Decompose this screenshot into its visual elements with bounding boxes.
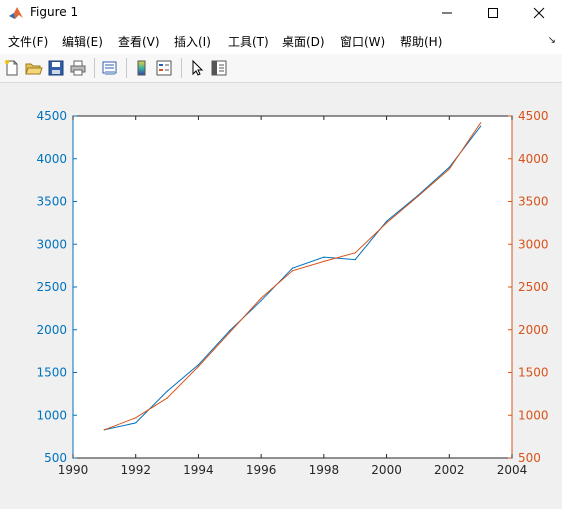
minimize-button[interactable] [424, 0, 470, 26]
left-y-tick-label: 2500 [36, 280, 67, 294]
title-bar: Figure 1 [0, 0, 562, 26]
right-series-point [385, 222, 388, 224]
left-series-point [323, 256, 325, 258]
left-y-tick-label: 3500 [36, 195, 67, 209]
right-series-point [166, 397, 168, 399]
toolbar-separator [94, 58, 95, 78]
close-button[interactable] [516, 0, 562, 26]
maximize-button[interactable] [470, 0, 516, 26]
dock-arrow-icon[interactable]: ↘ [548, 35, 556, 46]
x-tick-label: 2002 [434, 463, 465, 477]
right-y-tick-label: 1500 [518, 366, 549, 380]
menu-insert[interactable]: 插入(I) [174, 33, 211, 50]
toolbar-separator [126, 58, 127, 78]
left-y-tick-label: 1500 [36, 366, 67, 380]
matlab-logo-icon [9, 7, 23, 19]
left-series-point [197, 364, 200, 366]
new-file-icon[interactable] [3, 59, 21, 77]
x-tick-label: 1994 [183, 463, 214, 477]
right-y-tick-label: 3000 [518, 237, 549, 251]
open-folder-icon[interactable] [25, 59, 43, 77]
left-series-point [229, 330, 231, 332]
menu-window[interactable]: 窗口(W) [340, 33, 385, 50]
minimize-icon [442, 12, 452, 14]
close-icon [533, 7, 545, 19]
maximize-icon [488, 8, 498, 18]
right-series-point [417, 195, 419, 197]
left-series-point [166, 390, 168, 392]
right-y-tick-label: 2000 [518, 323, 549, 337]
right-series-point [103, 429, 105, 431]
menu-view[interactable]: 查看(V) [118, 33, 160, 50]
axes-box [72, 115, 513, 459]
right-series-point [480, 122, 482, 124]
menu-edit[interactable]: 编辑(E) [62, 33, 103, 50]
left-series-point [291, 267, 294, 269]
right-y-tick-label: 1000 [518, 408, 549, 422]
left-y-tick-label: 1000 [36, 408, 67, 422]
x-tick-label: 2000 [371, 463, 402, 477]
menu-bar: 文件(F) 编辑(E) 查看(V) 插入(I) 工具(T) 桌面(D) 窗口(W… [0, 26, 562, 54]
x-tick-label: 1992 [120, 463, 151, 477]
figure-canvas: 500 1000 1500 2000 2500 3000 3500 4000 4500 500 1… [0, 83, 562, 505]
x-tick-label: 1996 [246, 463, 277, 477]
left-series-point [480, 125, 482, 127]
pointer-icon[interactable] [188, 59, 206, 77]
right-y-tick-label: 2500 [518, 280, 549, 294]
right-y-tick-label: 4500 [518, 109, 549, 123]
right-series-point [260, 297, 262, 299]
right-series-point [354, 252, 356, 254]
left-series-point [354, 259, 356, 261]
colorbar-icon[interactable] [133, 59, 151, 77]
right-series-point [291, 270, 294, 272]
right-series-point [135, 417, 137, 419]
x-tick-label: 2004 [497, 463, 528, 477]
left-series-point [385, 220, 388, 222]
window-title: Figure 1 [30, 5, 79, 19]
property-editor-icon[interactable] [210, 59, 228, 77]
legend-icon[interactable] [155, 59, 173, 77]
print-preview-icon[interactable] [101, 59, 119, 77]
plot-area[interactable]: 50010001500200025003000350040004500 5001… [0, 83, 562, 505]
menu-desktop[interactable]: 桌面(D) [282, 33, 325, 50]
save-icon[interactable] [47, 59, 65, 77]
left-y-tick-label: 3000 [36, 237, 67, 251]
figure-toolbar [0, 54, 562, 83]
right-series-point [229, 331, 231, 333]
left-y-tick-label: 4000 [36, 152, 67, 166]
right-y-tick-label: 4000 [518, 152, 549, 166]
right-y-tick-label: 3500 [518, 195, 549, 209]
left-series-point [135, 422, 137, 424]
print-icon[interactable] [69, 59, 87, 77]
right-series-point [448, 168, 450, 170]
right-series-point [323, 260, 325, 262]
menu-tools[interactable]: 工具(T) [228, 33, 269, 50]
left-y-tick-label: 4500 [36, 109, 67, 123]
menu-help[interactable]: 帮助(H) [400, 33, 442, 50]
right-series-point [197, 365, 200, 368]
left-series-point [260, 300, 262, 302]
toolbar-separator [181, 58, 182, 78]
menu-file[interactable]: 文件(F) [8, 33, 48, 50]
left-y-tick-label: 2000 [36, 323, 67, 337]
x-tick-label: 1998 [309, 463, 340, 477]
x-tick-label: 1990 [58, 463, 89, 477]
